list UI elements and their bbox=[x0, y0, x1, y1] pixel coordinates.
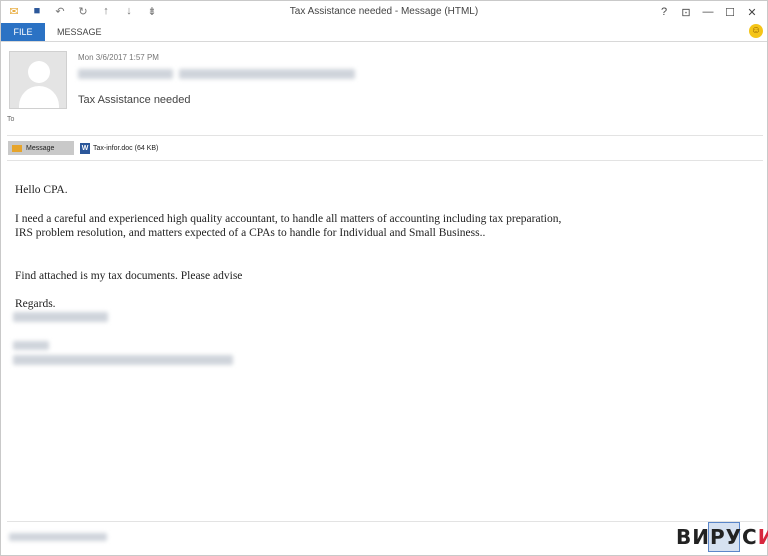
envelope-icon bbox=[12, 144, 22, 152]
attachment-message-tab[interactable]: Message bbox=[8, 141, 74, 155]
tab-message[interactable]: MESSAGE bbox=[57, 23, 102, 41]
maximize-button[interactable]: ☐ bbox=[719, 3, 741, 21]
avatar bbox=[9, 51, 67, 109]
divider bbox=[7, 135, 763, 136]
attachment-file[interactable]: W Tax-infor.doc (64 KB) bbox=[80, 141, 158, 155]
ribbon-display-button[interactable]: ⊡ bbox=[675, 3, 697, 21]
greeting: Hello CPA. bbox=[15, 184, 68, 196]
email-window: ✉ ■ ↶ ↻ ↑ ↓ ⇟ Tax Assistance needed - Me… bbox=[0, 0, 768, 556]
minimize-button[interactable]: — bbox=[697, 3, 719, 21]
redacted-block bbox=[179, 69, 355, 79]
redacted-block bbox=[78, 69, 173, 79]
signature-redacted bbox=[13, 355, 233, 365]
avatar-body bbox=[19, 86, 59, 108]
help-button[interactable]: ? bbox=[653, 3, 675, 21]
paragraph: Find attached is my tax documents. Pleas… bbox=[15, 270, 243, 282]
word-doc-icon: W bbox=[80, 142, 90, 154]
paragraph: I need a careful and experienced high qu… bbox=[15, 212, 561, 240]
signature-redacted bbox=[13, 312, 108, 322]
signature-redacted bbox=[13, 341, 49, 350]
message-date: Mon 3/6/2017 1:57 PM bbox=[78, 53, 159, 62]
watermark-accent: И bbox=[757, 525, 768, 549]
divider bbox=[7, 160, 763, 161]
divider bbox=[1, 41, 767, 42]
paragraph-line: I need a careful and experienced high qu… bbox=[15, 213, 562, 225]
closing: Regards. bbox=[15, 298, 56, 310]
tab-file[interactable]: FILE bbox=[1, 23, 45, 41]
divider bbox=[7, 521, 763, 522]
message-subject: Tax Assistance needed bbox=[78, 94, 191, 106]
watermark-text: ВИРУС bbox=[676, 525, 758, 549]
close-button[interactable]: ✕ bbox=[741, 3, 763, 21]
title-bar: ✉ ■ ↶ ↻ ↑ ↓ ⇟ Tax Assistance needed - Me… bbox=[1, 1, 767, 23]
avatar-head bbox=[28, 61, 50, 83]
paragraph-line: IRS problem resolution, and matters expe… bbox=[15, 227, 486, 239]
ribbon-tabs: FILE MESSAGE ☺ bbox=[1, 23, 767, 41]
attachment-message-label: Message bbox=[26, 144, 55, 152]
feedback-smiley-icon[interactable]: ☺ bbox=[749, 24, 763, 38]
watermark: ВИРУСИ bbox=[676, 525, 768, 549]
window-controls: ? ⊡ — ☐ ✕ bbox=[653, 3, 763, 21]
attachment-file-label: Tax-infor.doc (64 KB) bbox=[93, 144, 159, 152]
to-label: To bbox=[7, 116, 15, 123]
footer-redacted bbox=[9, 533, 107, 541]
sender-redacted bbox=[78, 69, 356, 81]
